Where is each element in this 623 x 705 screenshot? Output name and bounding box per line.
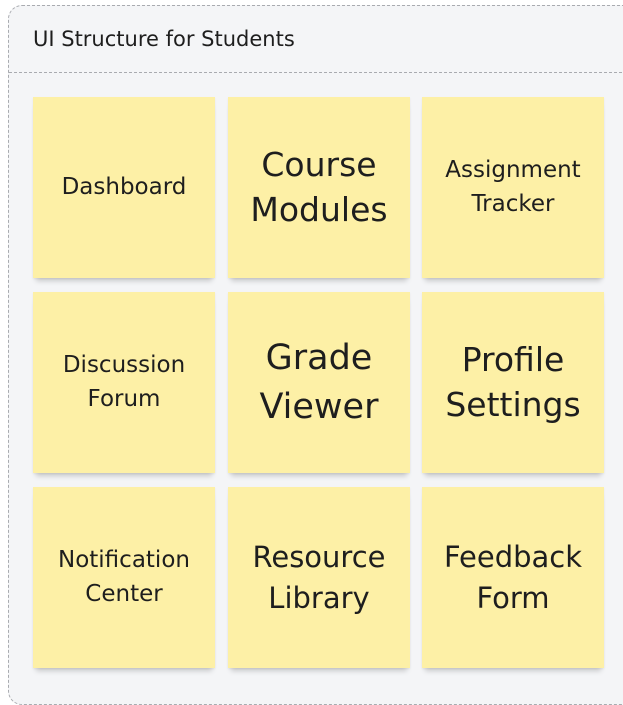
sticky-note-discussion-forum[interactable]: Discussion Forum [33,292,215,473]
sticky-note-text: Dashboard [61,173,187,200]
sticky-note-dashboard[interactable]: Dashboard [33,97,215,278]
sticky-note-grade-viewer[interactable]: Grade Viewer [228,292,410,473]
sticky-note-grid: Dashboard Course Modules Assignment Trac… [0,0,623,690]
sticky-note-text: Assignment Tracker [445,157,581,217]
sticky-note-text: Grade Viewer [259,338,379,427]
sticky-note-text: Notification Center [58,547,190,607]
sticky-note-notification-center[interactable]: Notification Center [33,487,215,668]
sticky-note-text: Course Modules [250,144,388,229]
sticky-note-text: Profile Settings [445,339,581,424]
sticky-note-text: Feedback Form [443,540,583,615]
sticky-note-course-modules[interactable]: Course Modules [228,97,410,278]
sticky-note-resource-library[interactable]: Resource Library [228,487,410,668]
sticky-note-profile-settings[interactable]: Profile Settings [422,292,604,473]
sticky-note-text: Resource Library [252,540,386,615]
sticky-note-feedback-form[interactable]: Feedback Form [422,487,604,668]
sticky-note-text: Discussion Forum [62,352,186,412]
sticky-note-assignment-tracker[interactable]: Assignment Tracker [422,97,604,278]
